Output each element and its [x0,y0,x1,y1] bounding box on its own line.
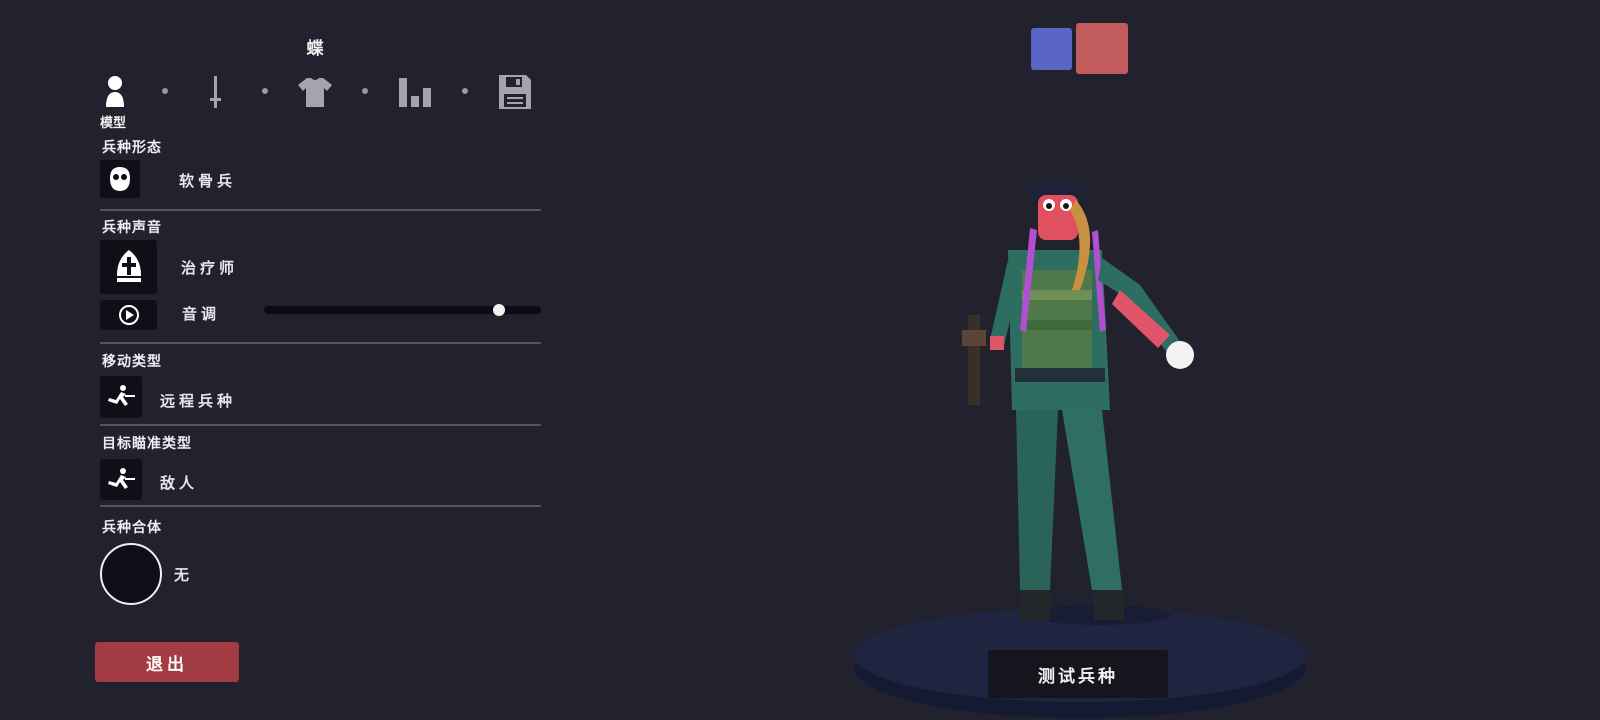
left-leg [1016,410,1058,590]
tab-separator-dot [362,88,368,94]
tab-separator-dot [262,88,268,94]
tab-separator-dot [162,88,168,94]
save-icon[interactable] [497,72,533,112]
left-boot [1020,590,1050,620]
section-title-targeting: 目标瞄准类型 [102,436,192,452]
gun [968,315,980,405]
section-title-movement: 移动类型 [102,354,162,370]
unit-preview-scene [854,180,1306,718]
unit-name-title: 蝶 [306,39,324,59]
test-unit-button[interactable]: 测试兵种 [988,650,1168,698]
play-icon[interactable] [100,300,157,330]
blue-team-swatch[interactable] [1031,28,1072,70]
shirt-icon[interactable] [297,72,333,112]
left-hand [990,336,1004,350]
tab-label-model: 模型 [100,116,127,131]
mask-face-icon[interactable] [100,160,140,198]
exit-button[interactable]: 退出 [95,642,239,682]
section-title-voice: 兵种声音 [102,220,162,236]
belt [1015,368,1105,382]
sword-icon[interactable] [197,72,233,112]
section-divider [100,209,541,211]
empty-circle-icon[interactable] [100,543,162,605]
tab-separator-dot [462,88,468,94]
section-title-combine: 兵种合体 [102,520,162,536]
pitch-label: 音调 [182,305,221,323]
voice-value[interactable]: 治疗师 [181,257,238,278]
pitch-slider-knob[interactable] [493,304,506,316]
section-divider [100,505,541,507]
right-leg [1062,410,1122,590]
movement-value[interactable]: 远程兵种 [160,390,236,411]
right-boot [1094,590,1124,620]
combine-value: 无 [174,566,194,584]
form-value[interactable]: 软骨兵 [179,170,236,191]
bishop-hat-icon[interactable] [100,240,157,294]
person-icon[interactable] [97,72,133,112]
section-title-form: 兵种形态 [102,140,162,156]
section-divider [100,424,541,426]
red-team-swatch[interactable] [1076,23,1128,74]
right-hand-glove [1166,341,1194,369]
targeting-value[interactable]: 敌人 [160,472,198,493]
section-divider [100,342,541,344]
stats-icon[interactable] [397,72,433,112]
target-unit-icon[interactable] [100,459,142,500]
ranged-unit-icon[interactable] [100,376,142,418]
